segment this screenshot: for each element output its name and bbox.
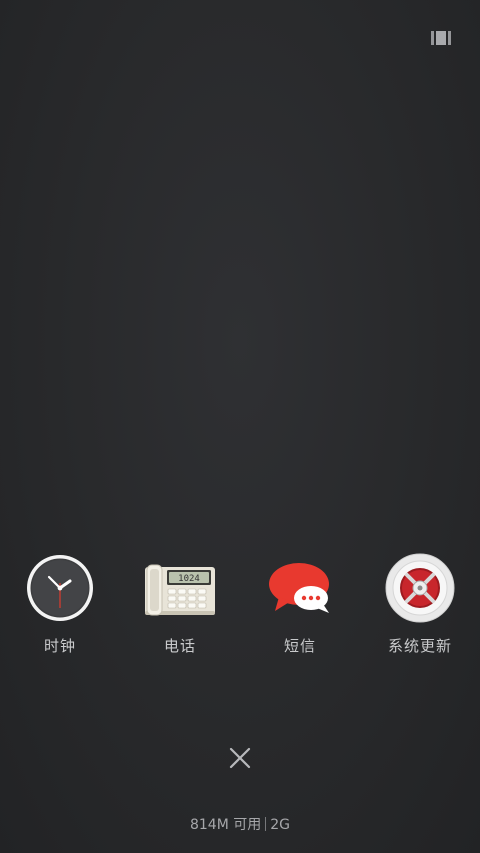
close-all-button[interactable] [225,743,255,773]
recent-apps-screen: 时钟 1024 电话 短信 系统更新 814M 可用 2G [0,0,480,853]
memory-separator [265,817,267,831]
memory-total: 2G [270,817,291,833]
desk-phone-icon: 1024 [145,553,215,623]
app-label-system-update: 系统更新 [387,637,452,655]
app-label-messages: 短信 [283,637,316,655]
safe-update-icon [385,553,455,623]
recent-app-system-update[interactable]: 系统更新 [370,553,470,658]
grid-view-icon-center [436,31,446,45]
memory-status: 814M 可用 2G [0,815,480,835]
app-label-clock: 时钟 [43,637,76,655]
app-label-phone: 电话 [163,637,196,655]
close-icon [229,747,251,769]
memory-available: 814M 可用 [189,817,262,833]
phone-display-text: 1024 [178,574,200,584]
recent-app-clock[interactable]: 时钟 [10,553,110,658]
clock-icon [25,553,95,623]
grid-view-icon-left [431,31,434,45]
message-bubble-icon [265,553,335,623]
grid-view-icon-right [448,31,451,45]
recent-app-messages[interactable]: 短信 [250,553,350,658]
recent-app-phone[interactable]: 1024 电话 [130,553,230,658]
grid-view-icon[interactable] [431,31,451,45]
